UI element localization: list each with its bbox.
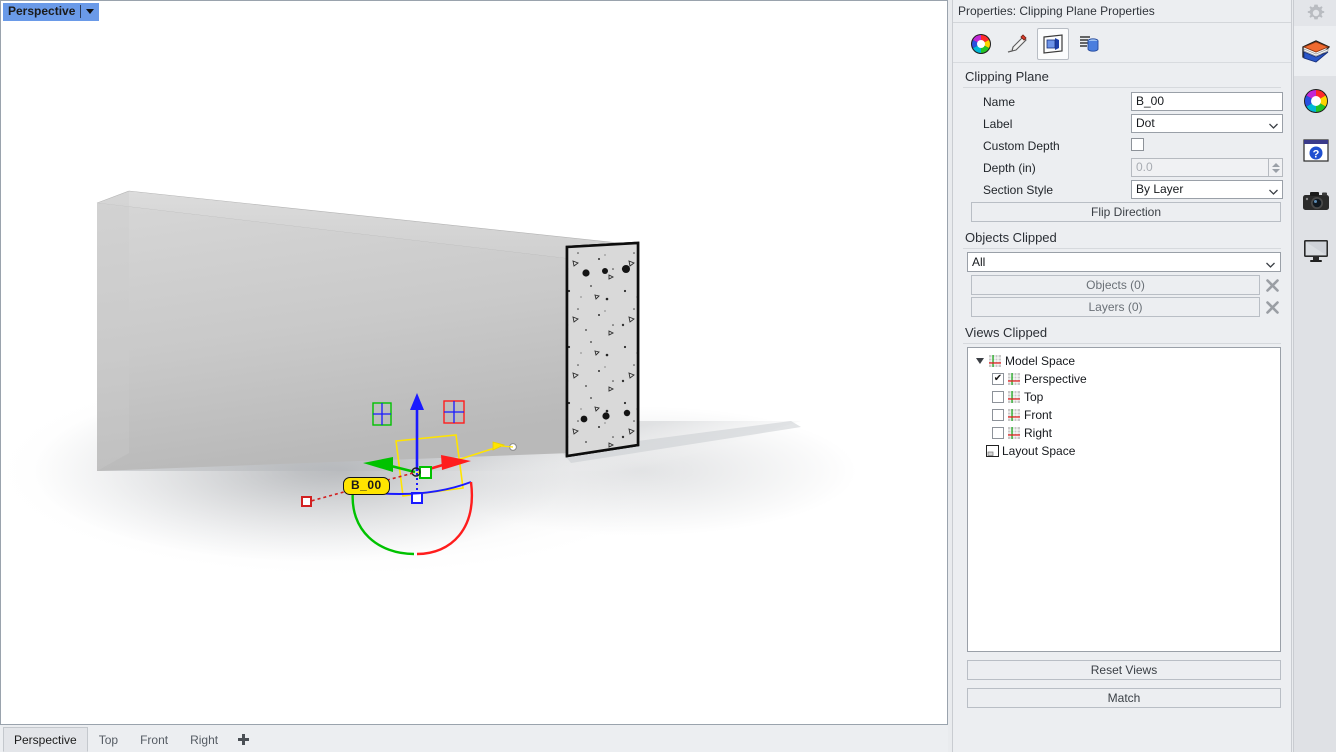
viewport-grid-icon — [1008, 391, 1020, 403]
tree-checkbox-right[interactable] — [992, 427, 1004, 439]
objects-clipped-scope-select[interactable]: All — [967, 252, 1281, 272]
color-wheel-icon[interactable] — [1294, 76, 1336, 126]
viewport-grid-icon — [1008, 409, 1020, 421]
objects-clipped-scope-value: All — [972, 255, 985, 269]
layers-button[interactable]: Layers (0) — [971, 297, 1260, 317]
custom-depth-label: Custom Depth — [961, 139, 1131, 153]
right-icon-rail[interactable]: ? — [1293, 0, 1336, 752]
layout-page-icon — [986, 445, 998, 457]
objects-row: Objects (0) — [971, 275, 1281, 295]
chevron-down-icon[interactable] — [86, 9, 94, 14]
tab-perspective[interactable]: Perspective — [3, 727, 88, 752]
chevron-down-icon — [1266, 257, 1275, 271]
gear-icon[interactable] — [1294, 0, 1336, 26]
clipping-plane-wedge-icon[interactable] — [1294, 26, 1336, 76]
tab-front[interactable]: Front — [129, 727, 179, 752]
clipping-plane-icon[interactable] — [1037, 28, 1069, 60]
tree-label: Model Space — [1005, 354, 1075, 368]
depth-stepper[interactable] — [1269, 158, 1283, 177]
viewport-title-text: Perspective — [8, 5, 75, 18]
svg-text:?: ? — [1312, 149, 1319, 161]
depth-input[interactable]: 0.0 — [1131, 158, 1269, 177]
material-brush-icon[interactable] — [1001, 28, 1033, 60]
objects-clipped-heading: Objects Clipped — [953, 224, 1291, 247]
depth-label: Depth (in) — [961, 161, 1131, 175]
tab-right[interactable]: Right — [179, 727, 229, 752]
views-clipped-heading: Views Clipped — [953, 319, 1291, 342]
reset-views-button[interactable]: Reset Views — [967, 660, 1281, 680]
stepper-down-icon[interactable] — [1272, 169, 1280, 173]
tree-node-top[interactable]: Top — [972, 388, 1280, 406]
page-title: Properties: Clipping Plane Properties — [958, 4, 1155, 18]
views-clipped-tree[interactable]: Model Space ✔ Perspective Top Front — [967, 347, 1281, 652]
tree-label: Right — [1024, 426, 1052, 440]
tree-label: Layout Space — [1002, 444, 1075, 458]
name-label: Name — [961, 95, 1131, 109]
tree-checkbox-perspective[interactable]: ✔ — [992, 373, 1004, 385]
section-style-label: Section Style — [961, 183, 1131, 197]
viewport-tab-bar[interactable]: Perspective Top Front Right — [0, 727, 948, 752]
viewport-grid-icon — [1008, 427, 1020, 439]
stepper-up-icon[interactable] — [1272, 163, 1280, 167]
viewport-title-separator — [80, 5, 81, 18]
clear-layers-x-icon[interactable] — [1263, 298, 1281, 316]
panel-toolbar[interactable] — [953, 23, 1291, 63]
chevron-down-icon — [1269, 118, 1278, 133]
text-object-icon[interactable] — [1073, 28, 1105, 60]
tree-node-layout-space[interactable]: Layout Space — [972, 442, 1280, 460]
custom-depth-checkbox[interactable] — [1131, 138, 1144, 151]
name-row: Name B_00 — [961, 91, 1283, 112]
tree-label: Perspective — [1024, 372, 1087, 386]
section-style-row: Section Style By Layer — [961, 179, 1283, 200]
help-window-icon[interactable]: ? — [1294, 126, 1336, 176]
clear-objects-x-icon[interactable] — [1263, 276, 1281, 294]
section-style-value: By Layer — [1136, 182, 1183, 197]
tree-label: Top — [1024, 390, 1043, 404]
clipping-plane-heading: Clipping Plane — [953, 63, 1291, 86]
tree-node-perspective[interactable]: ✔ Perspective — [972, 370, 1280, 388]
objects-button[interactable]: Objects (0) — [971, 275, 1260, 295]
custom-depth-row: Custom Depth — [961, 135, 1283, 156]
add-viewport-tab-icon[interactable] — [229, 727, 258, 752]
depth-row: Depth (in) 0.0 — [961, 157, 1283, 178]
label-row: Label Dot — [961, 113, 1283, 134]
name-input[interactable]: B_00 — [1131, 92, 1283, 111]
color-wheel-icon[interactable] — [965, 28, 997, 60]
panel-title-bar: Properties: Clipping Plane Properties — [953, 0, 1291, 23]
label-label: Label — [961, 117, 1131, 131]
clipping-plane-label[interactable]: B_00 — [343, 477, 390, 495]
viewport-area: B_00 Perspective Perspective Top Front R… — [0, 0, 948, 752]
tree-node-right[interactable]: Right — [972, 424, 1280, 442]
viewport-grid-icon — [1008, 373, 1020, 385]
camera-icon[interactable] — [1294, 176, 1336, 226]
layers-row: Layers (0) — [971, 297, 1281, 317]
tree-label: Front — [1024, 408, 1052, 422]
match-button[interactable]: Match — [967, 688, 1281, 708]
label-select-value: Dot — [1136, 116, 1155, 131]
tree-checkbox-front[interactable] — [992, 409, 1004, 421]
tree-checkbox-top[interactable] — [992, 391, 1004, 403]
properties-panel: Properties: Clipping Plane Properties — [952, 0, 1292, 752]
tree-node-model-space[interactable]: Model Space — [972, 352, 1280, 370]
section-style-select[interactable]: By Layer — [1131, 180, 1283, 199]
label-select[interactable]: Dot — [1131, 114, 1283, 133]
divider — [963, 87, 1281, 88]
divider — [963, 343, 1281, 344]
perspective-viewport[interactable]: B_00 Perspective — [0, 0, 948, 725]
scene-graphics — [1, 1, 948, 725]
display-monitor-icon[interactable] — [1294, 226, 1336, 276]
divider — [963, 248, 1281, 249]
chevron-down-icon — [1269, 184, 1278, 199]
flip-direction-button[interactable]: Flip Direction — [971, 202, 1281, 222]
expander-triangle-icon[interactable] — [976, 358, 984, 368]
tree-node-front[interactable]: Front — [972, 406, 1280, 424]
tab-top[interactable]: Top — [88, 727, 129, 752]
viewport-title[interactable]: Perspective — [3, 3, 99, 21]
viewport-grid-icon — [989, 355, 1001, 367]
